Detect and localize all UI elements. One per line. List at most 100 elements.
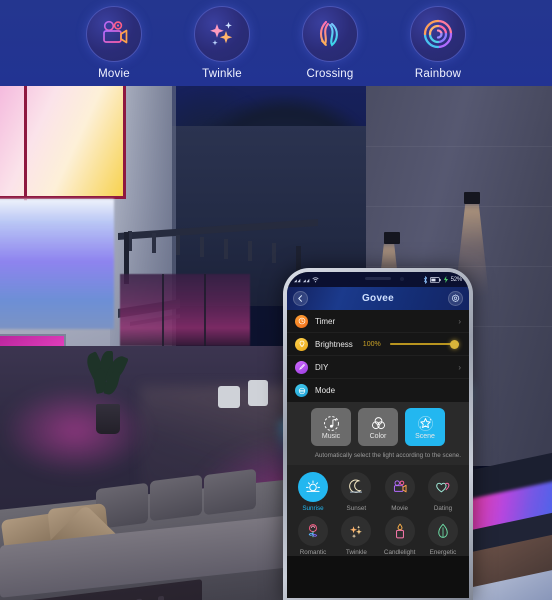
movie-camera-icon bbox=[103, 20, 128, 44]
mode-selector: Music Color Scene Automatically select t… bbox=[287, 402, 469, 466]
sparkles-icon bbox=[210, 22, 233, 46]
status-left-icons bbox=[294, 276, 319, 283]
scene-label: Sunrise bbox=[302, 505, 324, 513]
app-bar: Govee bbox=[287, 287, 469, 310]
back-button[interactable] bbox=[293, 291, 308, 306]
settings-button[interactable] bbox=[448, 291, 463, 306]
crossing-ribbons-icon bbox=[319, 20, 338, 47]
color-rings-icon bbox=[371, 416, 385, 429]
sparkles-icon bbox=[350, 526, 363, 539]
effects-list: Movie Twinkle Crossing Rainbow bbox=[0, 0, 552, 80]
row-brightness[interactable]: Brightness 100% bbox=[287, 333, 469, 356]
wall-seam bbox=[366, 206, 552, 207]
app-title: Govee bbox=[361, 293, 395, 304]
scene-item-romantic[interactable]: Romantic bbox=[294, 516, 332, 556]
scene-item-sunrise[interactable]: Sunrise bbox=[294, 472, 332, 512]
scene-icon-circle bbox=[298, 516, 328, 547]
effect-label: Twinkle bbox=[202, 68, 242, 80]
row-label: Timer bbox=[315, 316, 336, 326]
effect-icon-circle bbox=[302, 6, 358, 62]
camera-icon bbox=[393, 480, 407, 493]
upper-window-rgb bbox=[0, 86, 126, 199]
chevron-right-icon: › bbox=[458, 316, 461, 326]
candle-icon bbox=[395, 523, 404, 539]
scene-icon-circle bbox=[427, 472, 458, 503]
patio-chair bbox=[218, 366, 284, 414]
effect-icon-circle bbox=[410, 6, 466, 62]
row-timer[interactable]: Timer › bbox=[287, 310, 469, 333]
signal-icon bbox=[303, 278, 310, 283]
effect-label: Rainbow bbox=[414, 68, 462, 80]
row-mode: Mode bbox=[287, 379, 469, 402]
scene-label: Twinkle bbox=[345, 549, 367, 557]
plant-pot bbox=[96, 404, 120, 434]
brightness-slider[interactable] bbox=[389, 338, 459, 351]
wifi-icon bbox=[312, 277, 319, 283]
scene-icon-circle bbox=[384, 516, 415, 547]
earpiece-speaker bbox=[365, 277, 391, 280]
scene-item-candlelight[interactable]: Candlelight bbox=[381, 516, 419, 556]
brightness-value: 100% bbox=[362, 340, 381, 348]
mode-button-label: Music bbox=[321, 432, 341, 440]
effect-icon-circle bbox=[194, 6, 250, 62]
row-label: DIY bbox=[315, 362, 329, 372]
door-mullion bbox=[204, 274, 206, 346]
wall-sconce bbox=[464, 192, 480, 204]
status-bar: 52% bbox=[287, 272, 469, 287]
moon-icon bbox=[349, 479, 363, 494]
phone-screen: 52% Govee Timer › Brightness 100% DIY › … bbox=[287, 272, 469, 598]
wall-seam bbox=[366, 146, 552, 147]
charging-icon bbox=[443, 276, 448, 283]
scene-item-movie[interactable]: Movie bbox=[381, 472, 419, 512]
rainbow-swirl-icon bbox=[423, 19, 453, 49]
scene-item-energetic[interactable]: Energetic bbox=[424, 516, 462, 556]
sofa-pillow bbox=[204, 468, 256, 516]
pergola-rafter bbox=[272, 243, 276, 263]
hearts-icon bbox=[436, 483, 450, 493]
chair-seat bbox=[248, 380, 268, 406]
scene-item-twinkle[interactable]: Twinkle bbox=[337, 516, 375, 556]
battery-percent: 52% bbox=[450, 276, 463, 283]
scene-label: Candlelight bbox=[383, 549, 416, 557]
effect-item-twinkle[interactable]: Twinkle bbox=[187, 6, 257, 80]
sunrise-icon bbox=[305, 480, 321, 493]
scene-item-sunset[interactable]: Sunset bbox=[337, 472, 375, 512]
scene-row-2: Romantic Twinkle Candlelight Energetic bbox=[294, 516, 462, 556]
row-diy[interactable]: DIY › bbox=[287, 356, 469, 379]
scene-label: Dating bbox=[433, 505, 453, 513]
scene-row-1: Sunrise Sunset Movie Dating bbox=[294, 472, 462, 512]
chevron-right-icon: › bbox=[458, 362, 461, 372]
mode-button-music[interactable]: Music bbox=[311, 408, 351, 446]
scene-icon-circle bbox=[384, 472, 415, 503]
effect-item-movie[interactable]: Movie bbox=[79, 6, 149, 80]
scene-icon-circle bbox=[341, 472, 372, 503]
mode-button-label: Scene bbox=[415, 432, 435, 440]
status-right-icons: 52% bbox=[423, 275, 463, 284]
star-scene-icon bbox=[417, 415, 433, 431]
scene-icon-circle bbox=[298, 472, 328, 503]
signal-icon bbox=[294, 278, 301, 283]
bluetooth-icon bbox=[423, 275, 427, 284]
effect-item-rainbow[interactable]: Rainbow bbox=[403, 6, 473, 80]
mode-button-scene[interactable]: Scene bbox=[405, 408, 445, 446]
front-camera bbox=[400, 277, 404, 281]
slider-knob[interactable] bbox=[450, 339, 459, 349]
scene-item-dating[interactable]: Dating bbox=[424, 472, 462, 512]
mode-button-color[interactable]: Color bbox=[358, 408, 398, 446]
mode-button-group: Music Color Scene bbox=[295, 408, 461, 446]
leaf-icon bbox=[438, 524, 448, 539]
door-mullion bbox=[162, 274, 164, 346]
effect-item-crossing[interactable]: Crossing bbox=[295, 6, 365, 80]
brush-icon bbox=[295, 360, 308, 374]
scene-label: Movie bbox=[391, 505, 409, 513]
effect-label: Movie bbox=[98, 68, 130, 80]
scene-icon-circle bbox=[341, 516, 372, 547]
slider-fill bbox=[389, 343, 459, 345]
battery-icon bbox=[429, 276, 441, 283]
wall-sconce bbox=[384, 232, 400, 244]
screenshot-root: Movie Twinkle Crossing Rainbow 52% Govee… bbox=[0, 0, 552, 600]
frame-slat bbox=[158, 595, 164, 600]
scene-label: Romantic bbox=[299, 549, 327, 557]
facade-rgb-wash bbox=[0, 199, 114, 329]
scene-icon-circle bbox=[427, 516, 458, 547]
